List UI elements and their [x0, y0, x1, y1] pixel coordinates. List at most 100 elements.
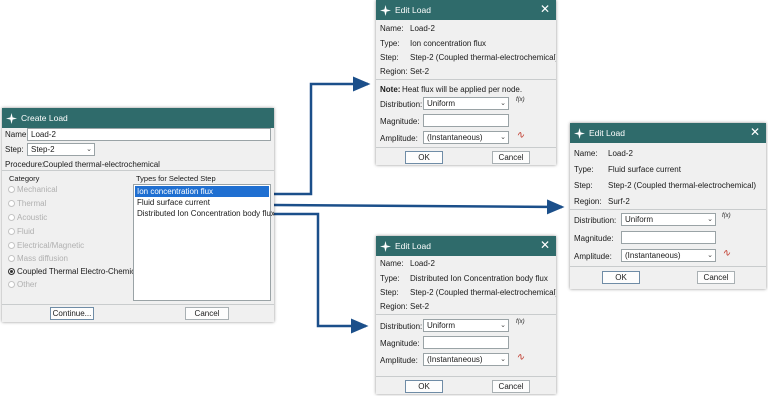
amplitude-icon[interactable]: ∿ [516, 130, 524, 141]
cancel-button[interactable]: Cancel [492, 151, 530, 164]
category-radio-electrical[interactable] [8, 242, 15, 249]
ok-button[interactable]: OK [405, 151, 443, 164]
list-item[interactable]: Distributed Ion Concentration body flux [135, 208, 274, 219]
create-load-dialog: Create Load Name: Load-2 Step: Step-2 ⌄ … [2, 108, 274, 322]
amplitude-value: (Instantaneous) [427, 355, 483, 364]
name-label: Name: [5, 130, 29, 139]
region-value: Set-2 [410, 302, 430, 311]
region-label: Region: [574, 197, 602, 206]
dialog-title: Create Load [21, 113, 68, 123]
step-select[interactable]: Step-2 ⌄ [27, 143, 95, 156]
category-radio-coupled-thermal[interactable] [8, 268, 15, 275]
chevron-down-icon: ⌄ [500, 134, 506, 141]
name-label: Name: [380, 259, 404, 268]
cancel-button[interactable]: Cancel [492, 380, 530, 393]
category-radio-other[interactable] [8, 281, 15, 288]
abaqus-logo-icon [380, 241, 391, 252]
types-listbox[interactable]: Ion concentration flux Fluid surface cur… [133, 184, 274, 301]
category-radio-fluid[interactable] [8, 228, 15, 235]
chevron-down-icon: ⌄ [707, 252, 713, 259]
continue-button[interactable]: Continue... [50, 307, 94, 320]
chevron-down-icon: ⌄ [500, 356, 506, 363]
amplitude-select[interactable]: (Instantaneous) ⌄ [423, 131, 509, 144]
magnitude-input[interactable] [423, 336, 509, 349]
abaqus-logo-icon [574, 128, 585, 139]
procedure-value: Coupled thermal-electrochemical [43, 160, 160, 169]
divider [570, 209, 766, 210]
amplitude-value: (Instantaneous) [427, 133, 483, 142]
close-icon[interactable]: ✕ [750, 126, 760, 138]
ok-button[interactable]: OK [602, 271, 640, 284]
note-text: Heat flux will be applied per node. [402, 85, 523, 94]
category-label: Thermal [17, 199, 47, 208]
category-label: Mass diffusion [17, 254, 68, 263]
distribution-value: Uniform [427, 99, 456, 108]
divider [376, 314, 556, 315]
distribution-label: Distribution: [380, 100, 423, 109]
list-item[interactable]: Ion concentration flux [135, 186, 269, 197]
name-value: Load-2 [608, 149, 633, 158]
title-bar[interactable]: Create Load [2, 108, 274, 128]
step-value: Step-2 (Coupled thermal-electrochemical) [608, 181, 757, 190]
amplitude-select[interactable]: (Instantaneous) ⌄ [423, 353, 509, 366]
magnitude-input[interactable] [621, 231, 716, 244]
dialog-title: Edit Load [589, 128, 625, 138]
step-label: Step: [5, 145, 24, 154]
procedure-label: Procedure: [5, 160, 45, 169]
name-input[interactable]: Load-2 [27, 128, 271, 141]
category-radio-mechanical[interactable] [8, 186, 15, 193]
step-label: Step: [380, 288, 399, 297]
cancel-button[interactable]: Cancel [185, 307, 229, 320]
name-value: Load-2 [410, 24, 435, 33]
name-label: Name: [380, 24, 404, 33]
region-label: Region: [380, 302, 408, 311]
chevron-down-icon: ⌄ [500, 322, 506, 329]
divider [2, 304, 274, 305]
function-icon[interactable]: f(x) [722, 213, 731, 219]
region-label: Region: [380, 67, 408, 76]
dialog-title: Edit Load [395, 5, 431, 15]
note-label: Note: [380, 85, 401, 94]
title-bar[interactable]: Edit Load ✕ [376, 236, 556, 256]
amplitude-icon[interactable]: ∿ [722, 248, 730, 259]
ok-button[interactable]: OK [405, 380, 443, 393]
category-radio-thermal[interactable] [8, 200, 15, 207]
step-value: Step-2 (Coupled thermal-electrochemical) [410, 288, 556, 297]
magnitude-label: Magnitude: [380, 117, 420, 126]
cancel-button[interactable]: Cancel [697, 271, 735, 284]
title-bar[interactable]: Edit Load ✕ [570, 123, 766, 143]
region-value: Set-2 [410, 67, 430, 76]
distribution-select[interactable]: Uniform ⌄ [621, 213, 716, 226]
chevron-down-icon: ⌄ [500, 100, 506, 107]
step-value: Step-2 (Coupled thermal-electrochemical) [410, 53, 556, 62]
amplitude-label: Amplitude: [574, 252, 612, 261]
chevron-down-icon: ⌄ [86, 146, 92, 153]
divider [376, 376, 556, 377]
types-header: Types for Selected Step [136, 174, 216, 183]
category-label: Fluid [17, 227, 35, 236]
amplitude-label: Amplitude: [380, 134, 418, 143]
abaqus-logo-icon [6, 113, 17, 124]
list-item[interactable]: Fluid surface current [135, 197, 269, 208]
type-value: Fluid surface current [608, 165, 681, 174]
name-label: Name: [574, 149, 598, 158]
function-icon[interactable]: f(x) [516, 97, 525, 103]
edit-load-dialog-bottom: Edit Load ✕ Name: Load-2 Type: Distribut… [376, 236, 556, 394]
amplitude-value: (Instantaneous) [625, 251, 681, 260]
category-radio-mass-diffusion[interactable] [8, 255, 15, 262]
step-select-value: Step-2 [31, 145, 55, 154]
category-radio-acoustic[interactable] [8, 214, 15, 221]
distribution-select[interactable]: Uniform ⌄ [423, 319, 509, 332]
close-icon[interactable]: ✕ [540, 3, 550, 15]
function-icon[interactable]: f(x) [516, 319, 525, 325]
amplitude-select[interactable]: (Instantaneous) ⌄ [621, 249, 716, 262]
divider [376, 147, 556, 148]
amplitude-icon[interactable]: ∿ [516, 352, 524, 363]
distribution-select[interactable]: Uniform ⌄ [423, 97, 509, 110]
magnitude-input[interactable] [423, 114, 509, 127]
category-label: Acoustic [17, 213, 48, 222]
title-bar[interactable]: Edit Load ✕ [376, 0, 556, 20]
close-icon[interactable]: ✕ [540, 239, 550, 251]
abaqus-logo-icon [380, 5, 391, 16]
magnitude-label: Magnitude: [574, 234, 614, 243]
